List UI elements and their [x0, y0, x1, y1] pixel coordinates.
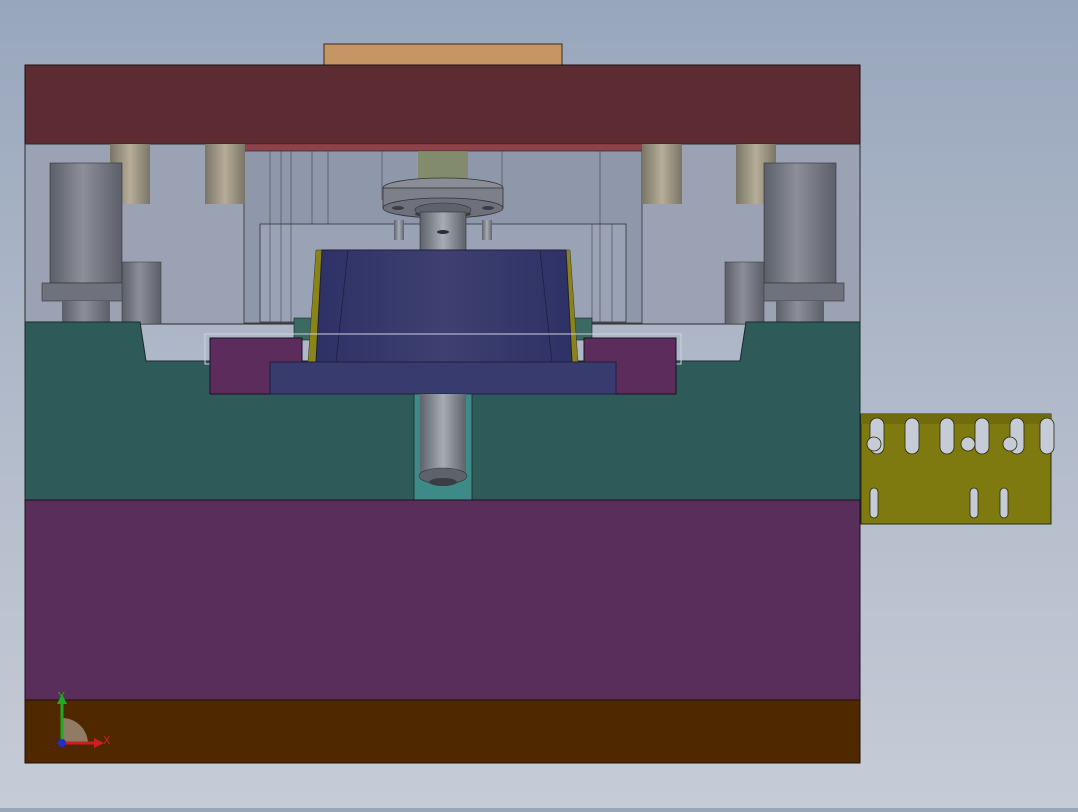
y-axis-label: Y — [57, 690, 65, 703]
die-assembly-model[interactable]: Y X — [0, 0, 1078, 808]
guide-post-right-collar — [755, 282, 845, 302]
upper-feature-plate — [323, 43, 563, 67]
guide-post-left — [49, 162, 123, 284]
guide-post-right — [763, 162, 837, 284]
guide-post-right-pin — [724, 261, 765, 325]
small-pin — [394, 220, 404, 240]
forming-punch — [315, 249, 573, 363]
strip-pierced-hole — [960, 436, 976, 452]
die-shoe — [24, 499, 861, 701]
x-axis-label: X — [103, 734, 111, 747]
strip-slot — [974, 417, 990, 455]
ejector-pin-hole — [429, 478, 457, 486]
strip-lower-slot — [969, 487, 979, 519]
flange-hole — [482, 206, 494, 210]
upper-red-strip — [244, 144, 642, 151]
punch-base-plate — [269, 361, 617, 395]
strip-slot — [939, 417, 955, 455]
strip-pierced-hole — [1002, 436, 1018, 452]
strip-lower-slot — [999, 487, 1009, 519]
flange-hole — [392, 206, 404, 210]
cad-viewport[interactable]: Y X — [0, 0, 1078, 808]
strip-pierced-hole — [866, 436, 882, 452]
guide-bushing — [642, 144, 682, 204]
bottom-plate — [24, 699, 861, 764]
z-axis-dot — [58, 739, 66, 747]
guide-post-left-base — [62, 301, 110, 323]
guide-bushing — [205, 144, 245, 204]
strip-slot — [904, 417, 920, 455]
strip-lower-slot — [869, 487, 879, 519]
strip-slot — [1039, 417, 1055, 455]
hub-hole — [437, 230, 449, 234]
guide-post-left-pin — [121, 261, 162, 325]
top-clamp-plate — [24, 64, 861, 145]
guide-post-right-base — [776, 301, 824, 323]
central-stem-upper — [418, 151, 468, 181]
guide-post-left-collar — [41, 282, 131, 302]
small-pin — [482, 220, 492, 240]
ejector-pin — [420, 394, 466, 478]
